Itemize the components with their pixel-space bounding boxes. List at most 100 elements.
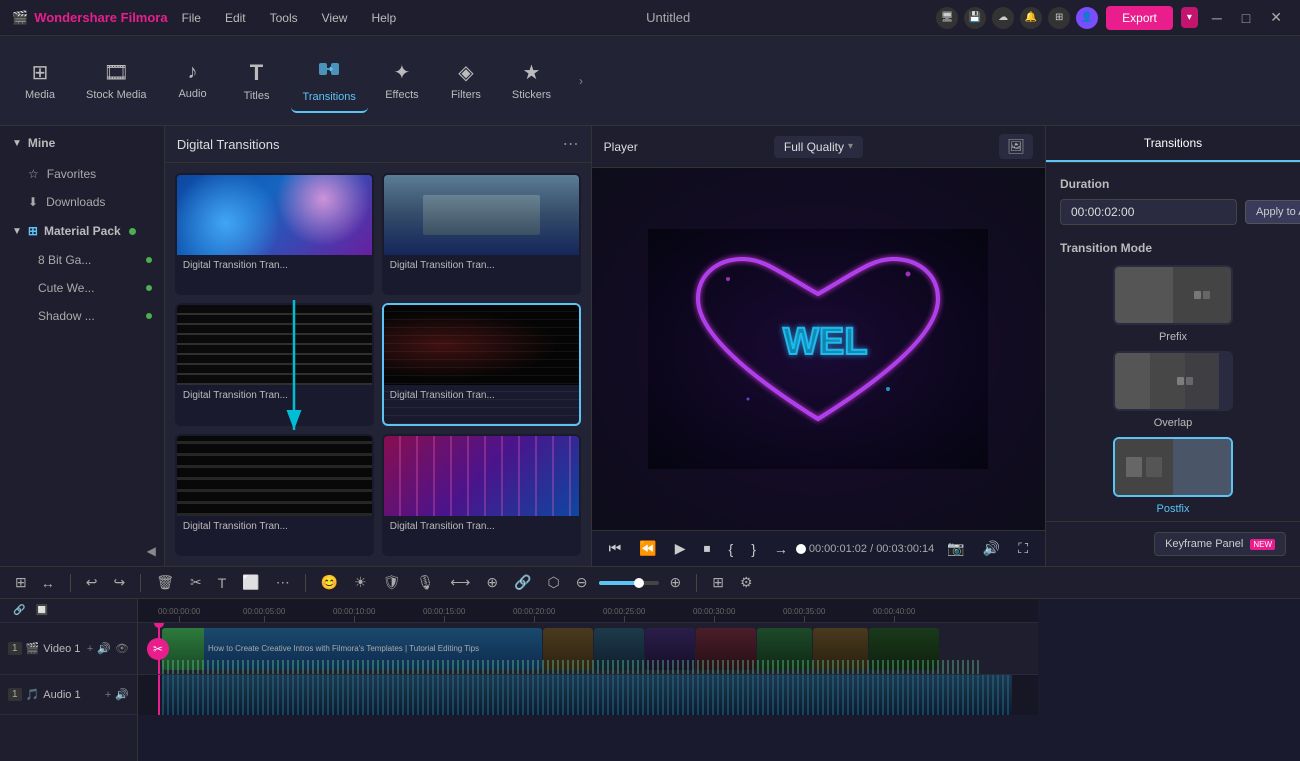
snap-button[interactable]: 🔗: [8, 602, 30, 619]
8bit-badge: [146, 257, 152, 263]
cut-button[interactable]: ✂: [185, 571, 207, 594]
step-back-button[interactable]: ⏪: [634, 537, 661, 560]
timeline: ⊞ ↔ ↩ ↪ 🗑 ✂ T ⬜ ⋯ 😊 ☀ 🛡 🎙 ⟷ ⊕ 🔗 ⬡ ⊖ ⊕ ⊞ …: [0, 566, 1300, 761]
crop-button[interactable]: ⬜: [237, 571, 264, 594]
save-icon[interactable]: 💾: [964, 7, 986, 29]
app-logo-icon: 🎬: [12, 10, 28, 26]
sidebar-shadow[interactable]: Shadow ...: [0, 302, 164, 330]
transitions-more-button[interactable]: ⋯: [563, 134, 579, 154]
mode-prefix[interactable]: Prefix: [1060, 265, 1286, 343]
toolbar-audio[interactable]: ♪ Audio: [163, 53, 223, 108]
sidebar-material-pack[interactable]: ▼ ⊞ Material Pack: [0, 216, 164, 246]
toolbar-expand[interactable]: ›: [571, 70, 591, 92]
effects-label: Effects: [385, 89, 418, 101]
transition-card-5[interactable]: Digital Transition Tran...: [175, 434, 374, 556]
connect-button[interactable]: ⟷: [445, 571, 475, 594]
menu-tools[interactable]: Tools: [266, 9, 302, 27]
duration-input[interactable]: [1060, 199, 1237, 225]
speed-slider-container[interactable]: [599, 581, 659, 585]
transition-card-4[interactable]: Digital Transition Tran...: [382, 303, 581, 425]
video-eye-button[interactable]: 👁: [115, 642, 129, 655]
redo-button[interactable]: ↪: [108, 571, 130, 594]
more-button[interactable]: ⋯: [271, 571, 295, 594]
notification-icon[interactable]: 🔔: [1020, 7, 1042, 29]
text-button[interactable]: T: [213, 572, 232, 594]
tab-transitions[interactable]: Transitions: [1046, 126, 1300, 162]
sidebar-mine-section[interactable]: ▼ Mine: [0, 126, 164, 160]
sidebar-cute[interactable]: Cute We...: [0, 274, 164, 302]
postfix-label: Postfix: [1156, 503, 1189, 515]
toolbar-transitions[interactable]: Transitions: [291, 49, 368, 113]
minimize-button[interactable]: ─: [1206, 8, 1228, 28]
scenes-button[interactable]: ⊞: [10, 571, 32, 594]
audio-speaker-button[interactable]: 🔊: [115, 688, 129, 701]
toolbar-media[interactable]: ⊞ Media: [10, 52, 70, 109]
cloud-icon[interactable]: ☁: [992, 7, 1014, 29]
mark-out-button[interactable]: }: [746, 538, 761, 560]
emoji-button[interactable]: 😊: [316, 571, 343, 594]
shadow-label: Shadow ...: [38, 309, 95, 323]
maximize-button[interactable]: □: [1236, 8, 1256, 28]
titles-label: Titles: [244, 90, 270, 102]
mode-overlap[interactable]: Overlap: [1060, 351, 1286, 429]
undo-button[interactable]: ↩: [81, 571, 103, 594]
transitions-icon: [317, 57, 341, 87]
grid-icon[interactable]: ⊞: [1048, 7, 1070, 29]
audio-stretch-button[interactable]: ↔: [36, 571, 60, 594]
downloads-label: Downloads: [46, 195, 105, 209]
volume-button[interactable]: 🔊: [978, 537, 1005, 560]
quality-selector[interactable]: Full Quality ▾: [774, 136, 863, 158]
close-button[interactable]: ✕: [1264, 7, 1288, 28]
transition-card-2[interactable]: Digital Transition Tran...: [382, 173, 581, 295]
keyframe-panel-button[interactable]: Keyframe Panel NEW: [1154, 532, 1286, 556]
export-button[interactable]: Export: [1106, 6, 1173, 30]
sidebar-downloads[interactable]: ⬇ Downloads: [0, 188, 164, 216]
mic-button[interactable]: 🎙: [412, 571, 440, 594]
settings-button[interactable]: ⚙: [735, 571, 758, 594]
minus-speed[interactable]: ⊖: [571, 571, 593, 594]
delete-button[interactable]: 🗑: [151, 571, 179, 594]
transition-card-1[interactable]: Digital Transition Tran...: [175, 173, 374, 295]
sidebar-8bit[interactable]: 8 Bit Ga...: [0, 246, 164, 274]
screenshot-button[interactable]: 📷: [942, 537, 969, 560]
menu-view[interactable]: View: [318, 9, 352, 27]
audio-add-button[interactable]: +: [105, 688, 111, 701]
stop-button[interactable]: ⏹: [699, 537, 716, 560]
transition-card-3[interactable]: Digital Transition Tran...: [175, 303, 374, 425]
magnet-button[interactable]: 🔲: [30, 602, 52, 619]
toolbar-titles[interactable]: T Titles: [227, 52, 287, 110]
monitor-icon[interactable]: 🖥: [936, 7, 958, 29]
fullscreen-button[interactable]: ⛶: [1013, 537, 1033, 560]
menu-help[interactable]: Help: [367, 9, 400, 27]
svg-text:WEL: WEL: [783, 321, 867, 363]
toolbar-filters[interactable]: ◈ Filters: [436, 52, 496, 109]
play-button[interactable]: ▶: [670, 537, 691, 560]
sun-button[interactable]: ☀: [349, 571, 372, 594]
link-button[interactable]: 🔗: [509, 571, 536, 594]
mark-in-button[interactable]: {: [724, 538, 739, 560]
video-add-button[interactable]: +: [87, 642, 93, 655]
user-avatar[interactable]: 👤: [1076, 7, 1098, 29]
preview-screenshot-btn[interactable]: 🖼: [999, 134, 1033, 159]
transition-card-6[interactable]: Digital Transition Tran...: [382, 434, 581, 556]
menu-file[interactable]: File: [178, 9, 205, 27]
insert-button[interactable]: →: [769, 538, 793, 560]
split-button[interactable]: ⊕: [481, 571, 503, 594]
export-dropdown[interactable]: ▾: [1181, 7, 1198, 28]
frame-button[interactable]: ⬡: [543, 571, 565, 594]
plus-speed[interactable]: ⊕: [665, 571, 687, 594]
mode-postfix[interactable]: Postfix: [1060, 437, 1286, 515]
toolbar-effects[interactable]: ✦ Effects: [372, 52, 432, 109]
video-speaker-button[interactable]: 🔊: [97, 642, 111, 655]
toolbar-stickers[interactable]: ★ Stickers: [500, 52, 563, 109]
grid-view-button[interactable]: ⊞: [707, 571, 729, 594]
sidebar-collapse-button[interactable]: ◀: [0, 536, 164, 566]
apply-all-button[interactable]: Apply to All: [1245, 200, 1300, 224]
menu-edit[interactable]: Edit: [221, 9, 250, 27]
main-area: ▼ Mine ☆ Favorites ⬇ Downloads ▼ ⊞ Mater…: [0, 126, 1300, 566]
toolbar-stock-media[interactable]: 🎞 Stock Media: [74, 52, 159, 109]
shield-button[interactable]: 🛡: [378, 571, 406, 594]
sidebar-favorites[interactable]: ☆ Favorites: [0, 160, 164, 188]
duration-row: Apply to All: [1060, 199, 1286, 225]
skip-back-button[interactable]: ⏮: [604, 537, 627, 560]
